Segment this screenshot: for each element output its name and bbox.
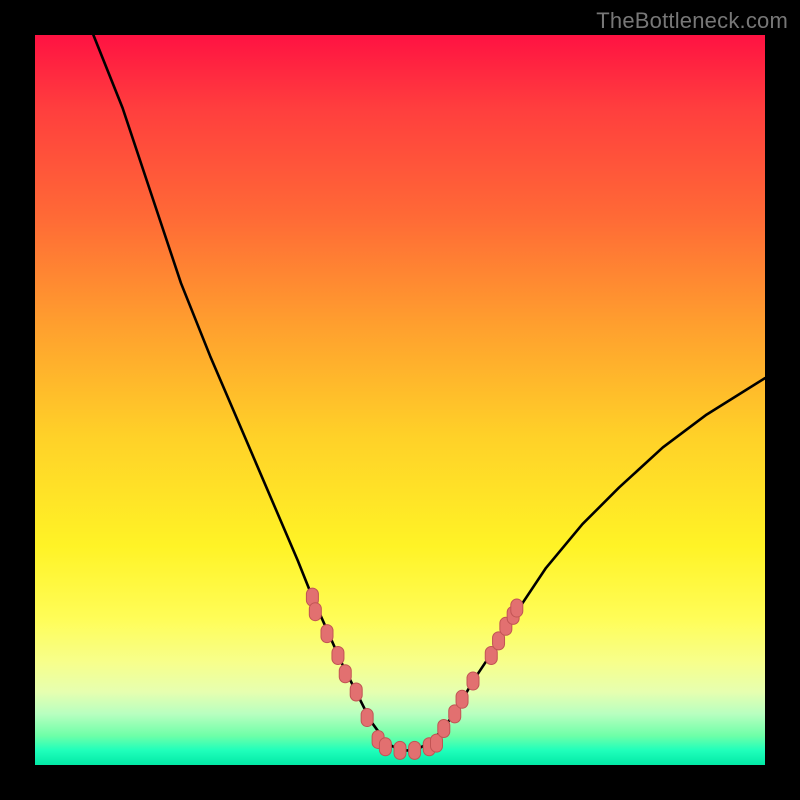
chart-svg	[35, 35, 765, 765]
curve-marker	[309, 603, 321, 621]
curve-marker	[438, 720, 450, 738]
curve-marker	[332, 647, 344, 665]
curve-marker	[350, 683, 362, 701]
plot-area	[35, 35, 765, 765]
curve-marker	[394, 741, 406, 759]
outer-frame: TheBottleneck.com	[0, 0, 800, 800]
marker-layer	[306, 588, 522, 759]
curve-marker	[361, 709, 373, 727]
curve-marker	[456, 690, 468, 708]
curve-marker	[467, 672, 479, 690]
curve-marker	[511, 599, 523, 617]
curve-marker	[321, 625, 333, 643]
curve-marker	[409, 741, 421, 759]
bottleneck-curve	[93, 35, 765, 750]
curve-marker	[379, 738, 391, 756]
curve-marker	[339, 665, 351, 683]
watermark-label: TheBottleneck.com	[596, 8, 788, 34]
